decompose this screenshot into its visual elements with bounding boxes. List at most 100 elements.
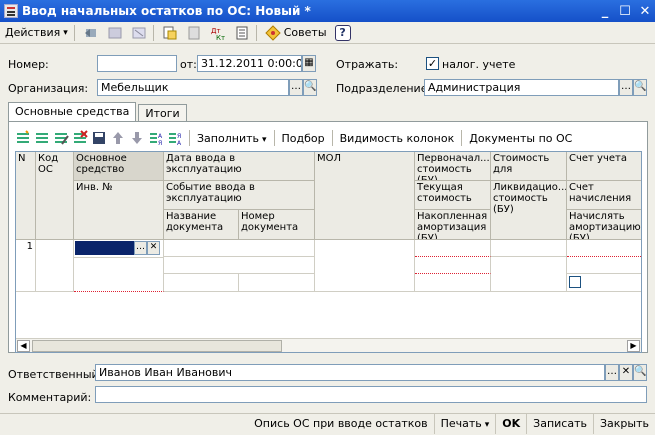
back-icon[interactable] <box>80 24 102 42</box>
asset-documents-button[interactable]: Документы по ОС <box>465 132 576 145</box>
current-cost-cell[interactable] <box>415 257 491 274</box>
close-window-button[interactable]: ✕ <box>635 4 655 19</box>
actions-menu[interactable]: Действия <box>2 24 71 42</box>
edit-row-icon[interactable] <box>53 130 69 146</box>
dt-kt-icon[interactable]: Дт Кт <box>207 24 229 42</box>
col-current-cost-header[interactable]: Текущая стоимость <box>415 181 491 210</box>
maximize-button[interactable]: ☐ <box>615 4 635 19</box>
unpost-icon[interactable] <box>128 24 150 42</box>
asset-select-button[interactable]: … <box>134 241 147 255</box>
event-cell[interactable] <box>164 257 315 274</box>
delete-row-icon[interactable] <box>72 130 88 146</box>
structure-icon[interactable] <box>183 24 205 42</box>
col-n-header[interactable]: N <box>16 152 36 240</box>
acc-accrual-cell[interactable] <box>567 257 641 274</box>
pick-button[interactable]: Подбор <box>278 132 329 145</box>
comment-field[interactable] <box>95 386 647 403</box>
cost-for-cell[interactable] <box>491 240 567 257</box>
help-button[interactable]: ? <box>332 24 354 42</box>
post-icon[interactable] <box>104 24 126 42</box>
responsible-field[interactable]: Иванов Иван Иванович <box>95 364 605 381</box>
col-account-header[interactable]: Счет учета <box>567 152 641 181</box>
save-row-icon[interactable] <box>91 130 107 146</box>
col-asset-header[interactable]: Основное средство <box>74 152 164 181</box>
initial-cost-cell[interactable] <box>415 240 491 257</box>
scroll-thumb[interactable] <box>32 340 282 352</box>
table-toolbar: АЯ ЯА Заполнить Подбор Видимость колонок… <box>15 129 576 147</box>
sort-desc-icon[interactable]: ЯА <box>167 130 183 147</box>
fill-menu[interactable]: Заполнить <box>193 132 271 145</box>
number-field[interactable] <box>97 55 177 72</box>
doc-name-cell[interactable] <box>164 274 239 292</box>
bottom-command-bar: Опись ОС при вводе остатков Печать OK За… <box>0 413 655 434</box>
responsible-search-icon[interactable]: 🔍 <box>633 364 647 381</box>
col-date-in-header[interactable]: Дата ввода в эксплуатацию <box>164 152 315 181</box>
organization-field[interactable]: Мебельщик <box>97 79 289 96</box>
tab-fixed-assets[interactable]: Основные средства <box>8 102 137 122</box>
mol-cell[interactable] <box>315 240 415 292</box>
code-cell[interactable] <box>36 240 74 292</box>
department-field[interactable]: Администрация <box>424 79 619 96</box>
toolbar-separator <box>73 24 75 41</box>
save-button[interactable]: Записать <box>526 413 593 434</box>
move-down-icon[interactable] <box>129 130 145 146</box>
ok-button[interactable]: OK <box>495 413 526 434</box>
accrue-amort-cell[interactable] <box>567 274 641 292</box>
inv-no-cell[interactable] <box>74 258 164 292</box>
minimize-button[interactable]: _ <box>595 4 615 19</box>
doc-number-cell[interactable] <box>239 274 315 292</box>
asset-input[interactable] <box>75 241 134 255</box>
col-doc-number-header[interactable]: Номер документа <box>239 210 315 240</box>
add-row-icon[interactable] <box>15 130 31 146</box>
responsible-clear-icon[interactable]: ✕ <box>619 364 633 381</box>
accum-amort-cell[interactable] <box>415 274 491 292</box>
svg-text:Я: Я <box>177 133 181 140</box>
print-menu[interactable]: Печать <box>433 413 496 434</box>
number-label: Номер: <box>8 58 49 71</box>
tax-accounting-label: налог. учете <box>442 58 516 71</box>
asset-cell[interactable]: … ✕ <box>74 240 164 258</box>
close-button[interactable]: Закрыть <box>593 413 655 434</box>
date-in-cell[interactable] <box>164 240 315 257</box>
fixed-assets-panel: АЯ ЯА Заполнить Подбор Видимость колонок… <box>8 121 648 353</box>
col-inv-no-header[interactable]: Инв. № <box>74 181 164 240</box>
responsible-select-button[interactable]: … <box>605 364 619 381</box>
columns-visibility-button[interactable]: Видимость колонок <box>336 132 459 145</box>
col-accum-amort-header[interactable]: Накопленная амортизация (БУ) <box>415 210 491 240</box>
calendar-icon[interactable]: ▦ <box>302 55 316 72</box>
inventory-print-button[interactable]: Опись ОС при вводе остатков <box>248 414 433 434</box>
row-number-cell[interactable]: 1 <box>16 240 36 292</box>
liquid-cost-cell[interactable] <box>491 257 567 292</box>
horizontal-scrollbar[interactable]: ◀ ▶ <box>16 338 641 352</box>
accrue-amort-checkbox[interactable] <box>569 276 581 288</box>
asset-clear-icon[interactable]: ✕ <box>147 241 160 255</box>
tips-button[interactable]: Советы <box>262 24 330 42</box>
sort-asc-icon[interactable]: АЯ <box>148 130 164 147</box>
date-from-label: от: <box>180 58 197 71</box>
department-select-button[interactable]: … <box>619 79 633 96</box>
scroll-left-icon[interactable]: ◀ <box>17 340 30 352</box>
date-field[interactable]: 31.12.2011 0:00:00 <box>197 55 302 72</box>
scroll-right-icon[interactable]: ▶ <box>627 340 640 352</box>
col-cost-for-header[interactable]: Стоимость для <box>491 152 567 181</box>
department-search-icon[interactable]: 🔍 <box>633 79 647 96</box>
move-up-icon[interactable] <box>110 130 126 146</box>
tips-icon <box>265 24 281 41</box>
tab-totals[interactable]: Итоги <box>138 104 187 122</box>
col-code-header[interactable]: Код ОС <box>36 152 74 240</box>
organization-select-button[interactable]: … <box>289 79 303 96</box>
tax-accounting-checkbox[interactable]: ✓ <box>426 57 439 70</box>
account-cell[interactable] <box>567 240 641 257</box>
col-doc-name-header[interactable]: Название документа <box>164 210 239 240</box>
col-liquid-cost-header[interactable]: Ликвидацио... стоимость (БУ) <box>491 181 567 240</box>
col-initial-cost-header[interactable]: Первоначал... стоимость (БУ) <box>415 152 491 181</box>
col-accrue-amort-header[interactable]: Начислять амортизацию (БУ) <box>567 210 641 240</box>
copy-row-icon[interactable] <box>34 130 50 146</box>
organization-search-icon[interactable]: 🔍 <box>303 79 317 96</box>
based-on-icon[interactable] <box>159 24 181 42</box>
report-icon[interactable] <box>231 24 253 42</box>
col-event-header[interactable]: Событие ввода в эксплуатацию <box>164 181 315 210</box>
col-acc-accrual-header[interactable]: Счет начисления <box>567 181 641 210</box>
title-bar: Ввод начальных остатков по ОС: Новый * _… <box>0 0 655 22</box>
col-mol-header[interactable]: МОЛ <box>315 152 415 240</box>
